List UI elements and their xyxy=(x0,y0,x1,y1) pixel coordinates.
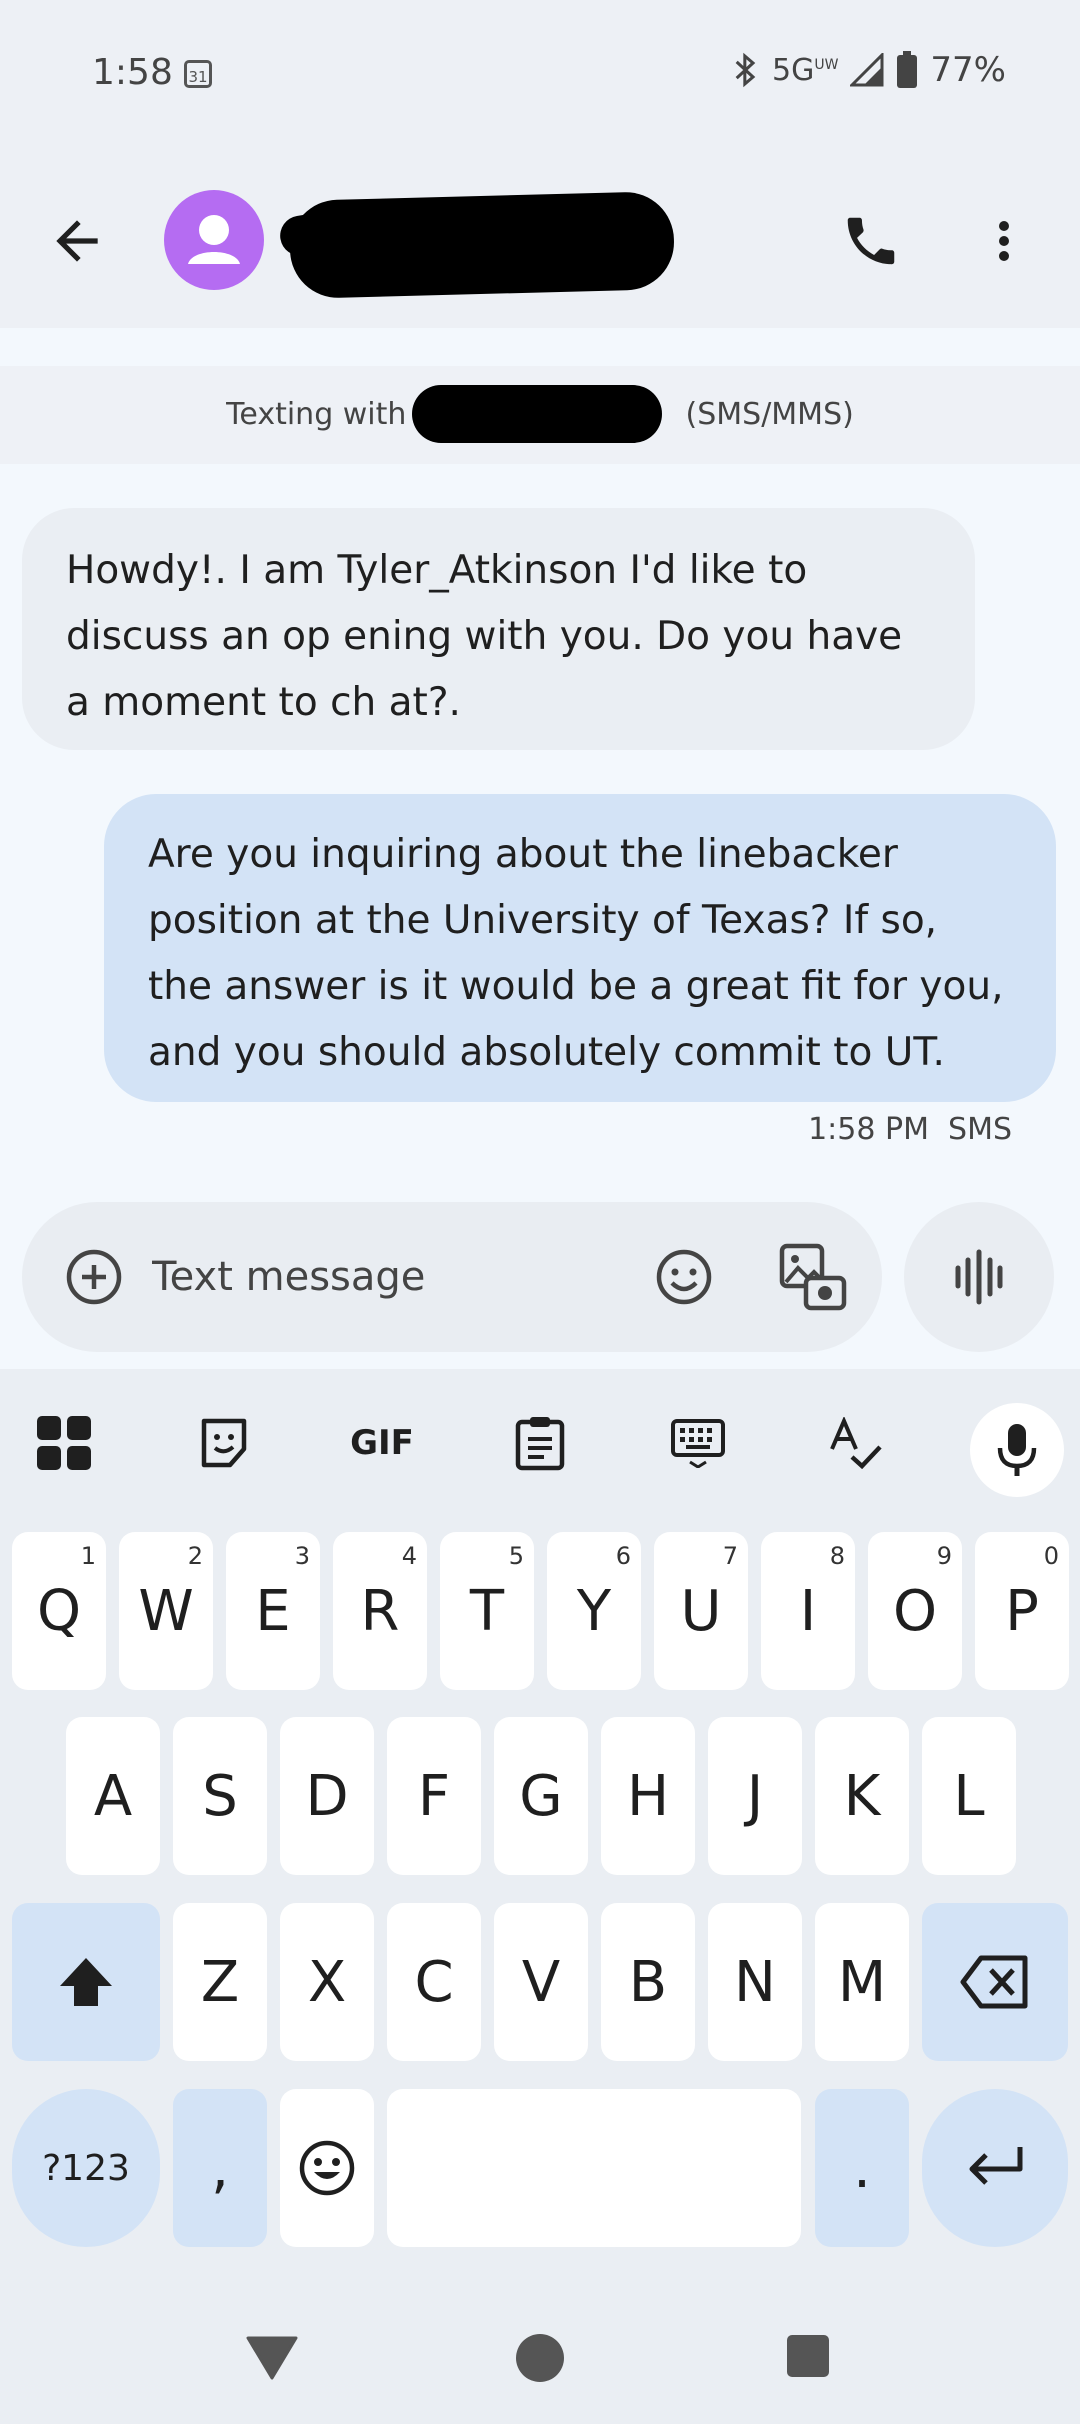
comma-key[interactable]: , xyxy=(173,2089,267,2247)
clipboard-icon xyxy=(515,1417,565,1471)
back-button[interactable] xyxy=(46,210,108,272)
home-circle-icon[interactable] xyxy=(514,2332,566,2384)
bluetooth-icon xyxy=(735,52,756,88)
key-s[interactable]: S xyxy=(173,1717,267,1875)
back-triangle-icon[interactable] xyxy=(246,2334,298,2380)
person-icon xyxy=(188,215,240,264)
key-w[interactable]: W2 xyxy=(119,1532,213,1690)
recents-square-icon[interactable] xyxy=(786,2334,830,2378)
voice-message-button[interactable] xyxy=(904,1202,1054,1352)
spellcheck-button[interactable] xyxy=(816,1403,896,1483)
arrow-back-icon xyxy=(56,220,98,262)
add-circle-icon xyxy=(66,1249,122,1305)
contact-name-redacted[interactable] xyxy=(288,190,676,300)
gallery-camera-icon xyxy=(779,1243,847,1311)
gif-button[interactable]: GIF xyxy=(342,1403,422,1483)
key-y[interactable]: Y6 xyxy=(547,1532,641,1690)
calendar-icon: 31 xyxy=(184,60,212,88)
key-g[interactable]: G xyxy=(494,1717,588,1875)
network-label: 5GUW xyxy=(771,52,839,88)
space-key[interactable] xyxy=(387,2089,801,2247)
enter-key[interactable] xyxy=(922,2089,1068,2247)
key-v[interactable]: V xyxy=(494,1903,588,2061)
outgoing-message-bubble[interactable]: Are you inquiring about the linebacker p… xyxy=(104,794,1056,1102)
symbols-key[interactable]: ?123 xyxy=(12,2089,160,2247)
keyboard-apps-button[interactable] xyxy=(24,1403,104,1483)
key-h[interactable]: H xyxy=(601,1717,695,1875)
waveform-icon xyxy=(955,1249,1003,1305)
banner-suffix: (SMS/MMS) xyxy=(685,397,854,432)
key-u[interactable]: U7 xyxy=(654,1532,748,1690)
signal-icon xyxy=(850,53,884,87)
battery-icon xyxy=(897,51,918,88)
gallery-camera-button[interactable] xyxy=(778,1242,848,1312)
key-c[interactable]: C xyxy=(387,1903,481,2061)
key-b[interactable]: B xyxy=(601,1903,695,2061)
mic-icon xyxy=(997,1424,1037,1476)
backspace-icon xyxy=(960,1955,1028,2009)
key-q[interactable]: Q1 xyxy=(12,1532,106,1690)
keyboard-settings-button[interactable] xyxy=(658,1403,738,1483)
key-x[interactable]: X xyxy=(280,1903,374,2061)
clipboard-button[interactable] xyxy=(500,1403,580,1483)
key-e[interactable]: E3 xyxy=(226,1532,320,1690)
message-timestamp: 1:58 PM SMS xyxy=(808,1112,1012,1147)
key-k[interactable]: K xyxy=(815,1717,909,1875)
emoji-icon xyxy=(299,2140,355,2196)
period-key[interactable]: . xyxy=(815,2089,909,2247)
keyboard-icon xyxy=(671,1419,725,1468)
status-bar: 1:58 31 5GUW 77% xyxy=(0,0,1080,150)
attach-button[interactable] xyxy=(62,1245,126,1309)
grid-icon xyxy=(37,1416,91,1470)
key-a[interactable]: A xyxy=(66,1717,160,1875)
emoji-key[interactable] xyxy=(280,2089,374,2247)
call-button[interactable] xyxy=(840,210,902,272)
emoji-button[interactable] xyxy=(652,1245,716,1309)
key-f[interactable]: F xyxy=(387,1717,481,1875)
backspace-key[interactable] xyxy=(922,1903,1068,2061)
banner-contact-redacted xyxy=(412,385,662,443)
key-d[interactable]: D xyxy=(280,1717,374,1875)
voice-typing-button[interactable] xyxy=(970,1403,1064,1497)
spellcheck-icon xyxy=(830,1417,882,1469)
incoming-message-bubble[interactable]: Howdy!. I am Tyler_Atkinson I'd like to … xyxy=(22,508,975,750)
key-i[interactable]: I8 xyxy=(761,1532,855,1690)
sticker-icon xyxy=(201,1418,247,1468)
battery-percent: 77% xyxy=(930,50,1006,90)
more-vert-icon xyxy=(999,221,1009,261)
on-screen-keyboard xyxy=(0,1369,1080,2424)
shift-icon xyxy=(60,1958,112,2006)
key-t[interactable]: T5 xyxy=(440,1532,534,1690)
banner-prefix: Texting with xyxy=(226,397,407,432)
key-r[interactable]: R4 xyxy=(333,1532,427,1690)
key-l[interactable]: L xyxy=(922,1717,1016,1875)
more-options-button[interactable] xyxy=(984,210,1024,272)
key-j[interactable]: J xyxy=(708,1717,802,1875)
contact-avatar[interactable] xyxy=(164,190,264,290)
divider xyxy=(0,328,1080,366)
key-p[interactable]: P0 xyxy=(975,1532,1069,1690)
sticker-button[interactable] xyxy=(184,1403,264,1483)
shift-key[interactable] xyxy=(12,1903,160,2061)
key-n[interactable]: N xyxy=(708,1903,802,2061)
message-input[interactable] xyxy=(152,1242,612,1312)
emoji-icon xyxy=(656,1249,712,1305)
key-z[interactable]: Z xyxy=(173,1903,267,2061)
phone-icon xyxy=(847,217,895,265)
key-o[interactable]: O9 xyxy=(868,1532,962,1690)
key-m[interactable]: M xyxy=(815,1903,909,2061)
enter-icon xyxy=(969,2147,1023,2185)
status-icons: 5GUW 77% xyxy=(732,50,1006,90)
system-navigation-bar xyxy=(0,2290,1080,2424)
status-time: 1:58 xyxy=(92,52,173,93)
compose-bar xyxy=(22,1202,882,1352)
